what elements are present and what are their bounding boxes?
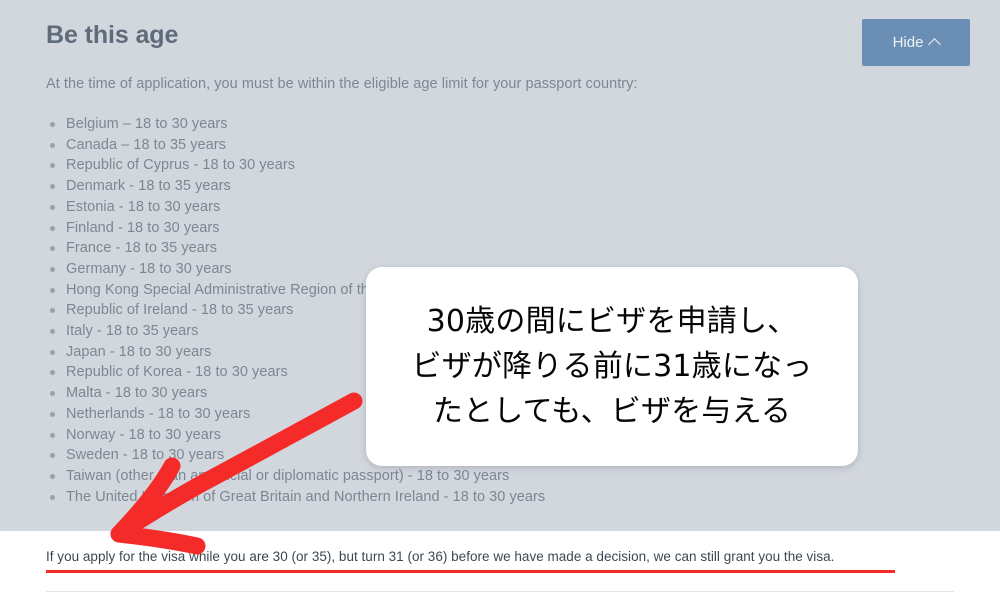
annotation-tooltip: 30歳の間にビザを申請し、 ビザが降りる前に31歳になっ たとしても、ビザを与え… <box>366 267 858 466</box>
list-item: Taiwan (other than an official or diplom… <box>46 466 980 487</box>
hide-button-label: Hide <box>892 34 924 51</box>
list-item: Finland - 18 to 30 years <box>46 218 980 239</box>
annotation-tooltip-text: 30歳の間にビザを申請し、 ビザが降りる前に31歳になっ たとしても、ビザを与え… <box>411 304 813 429</box>
intro-paragraph: At the time of application, you must be … <box>46 76 638 92</box>
screenshot-root: Be this age Hide At the time of applicat… <box>0 0 1000 600</box>
list-item: France - 18 to 35 years <box>46 238 980 259</box>
list-item: Canada – 18 to 35 years <box>46 135 980 156</box>
panel-header: Be this age Hide <box>46 12 970 66</box>
list-item: Republic of Cyprus - 18 to 30 years <box>46 155 980 176</box>
list-item: The United Kingdom of Great Britain and … <box>46 487 980 508</box>
list-item: Belgium – 18 to 30 years <box>46 114 980 135</box>
page-title: Be this age <box>46 21 179 49</box>
list-item: Estonia - 18 to 30 years <box>46 197 980 218</box>
hide-button[interactable]: Hide <box>862 19 970 66</box>
list-item: Denmark - 18 to 35 years <box>46 176 980 197</box>
age-exception-note: If you apply for the visa while you are … <box>46 549 835 564</box>
section-divider <box>46 591 954 592</box>
red-underline-highlight <box>46 570 895 573</box>
chevron-up-icon <box>928 38 942 51</box>
